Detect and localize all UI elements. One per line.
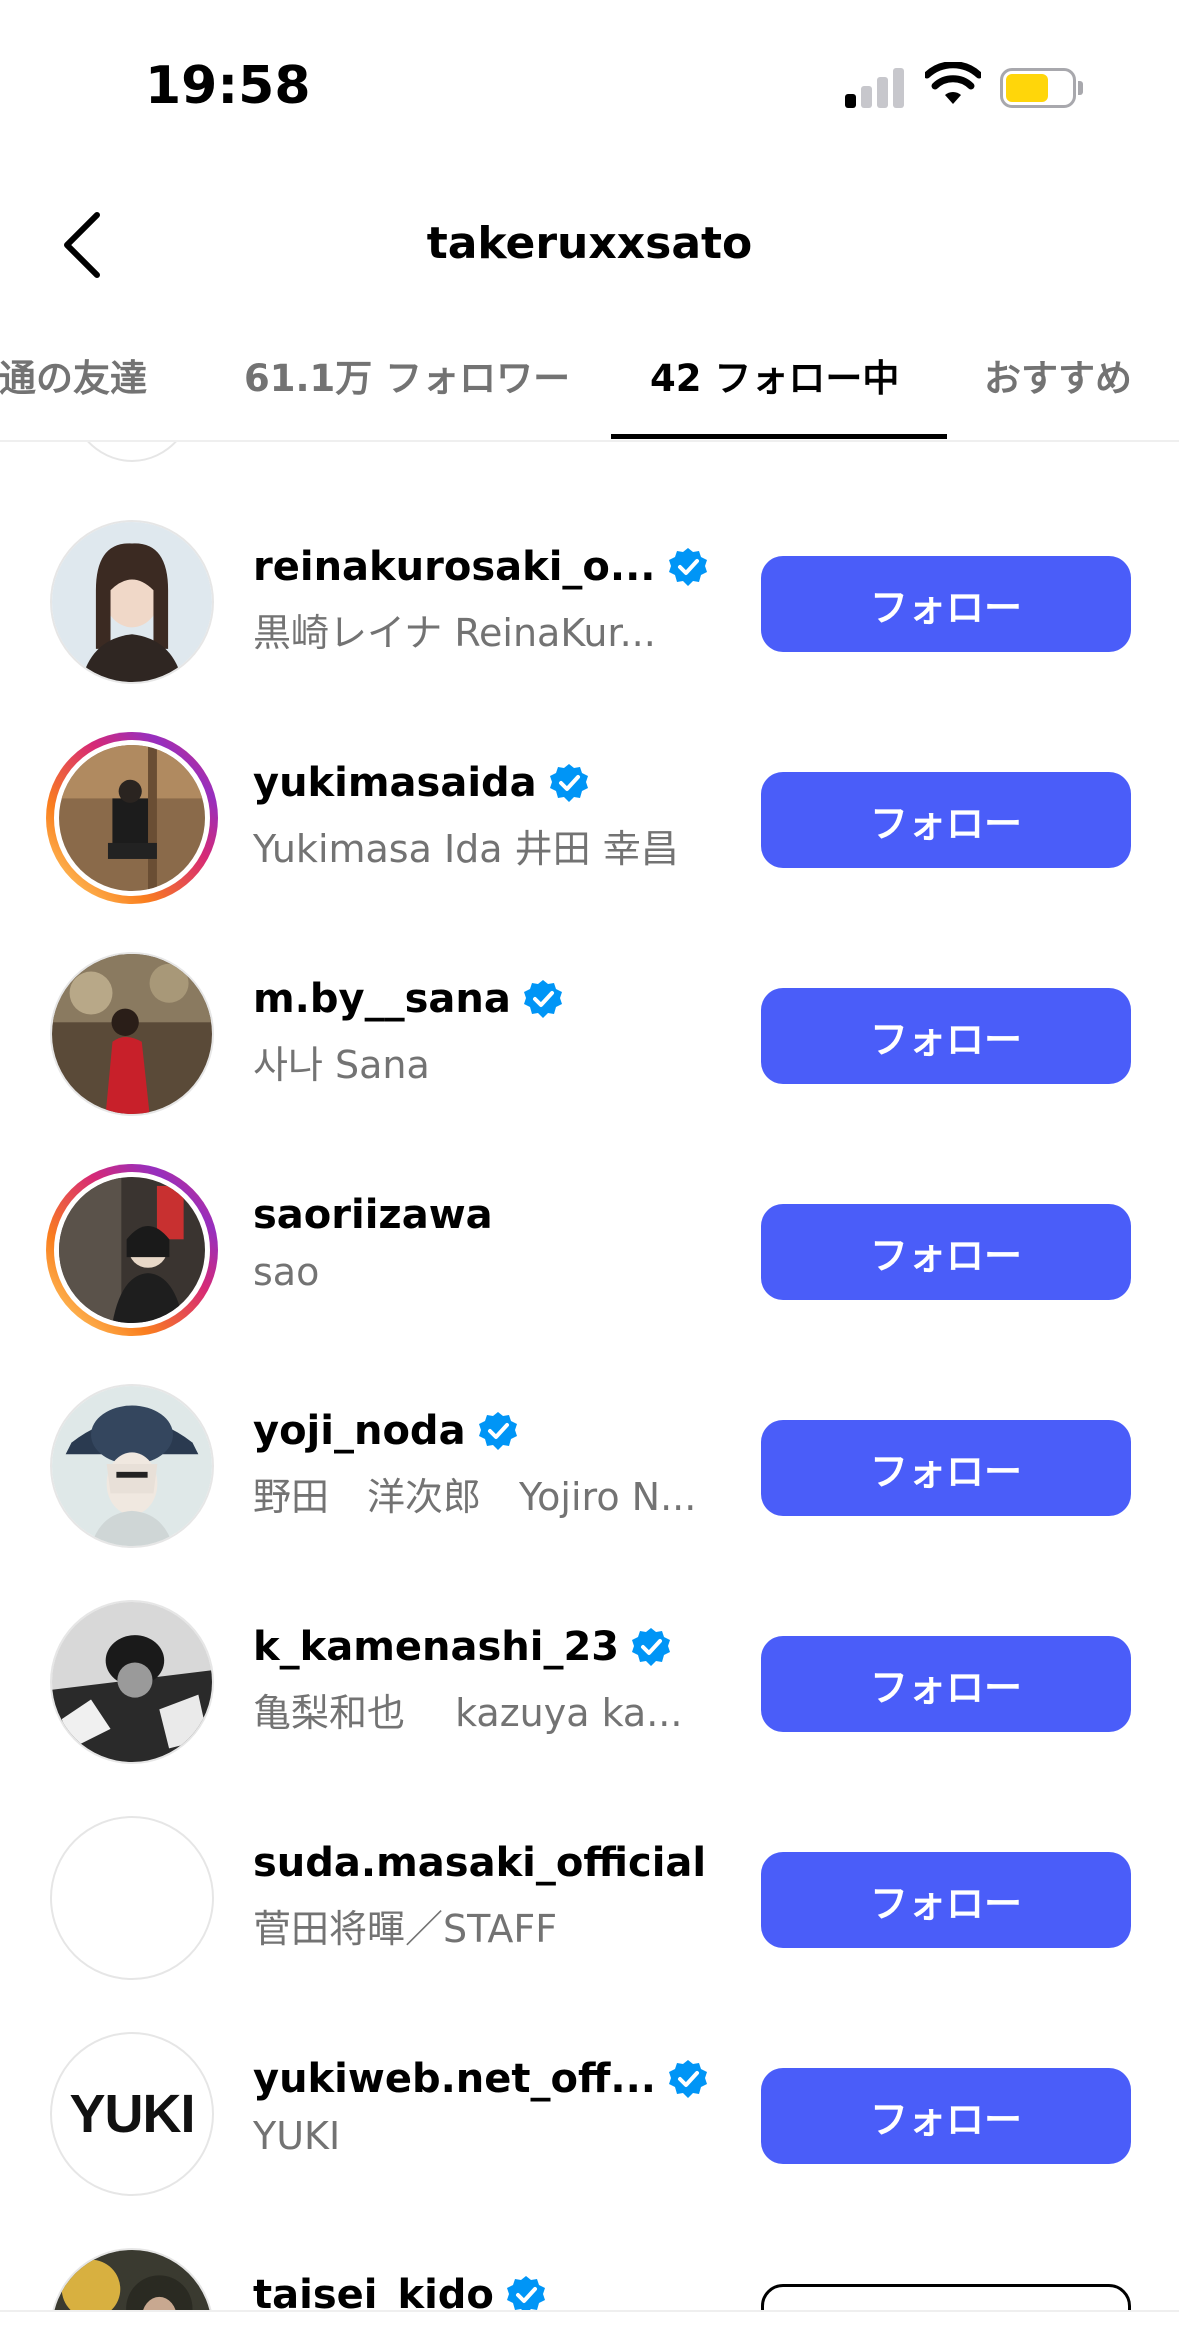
full-name: 菅田将暉／STAFF (253, 1907, 558, 1951)
tab-following[interactable]: 42 フォロー中 (650, 348, 899, 402)
username[interactable]: reinakurosaki_o... (253, 544, 656, 590)
full-name: 사나 Sana (253, 1043, 430, 1087)
username[interactable]: yukiweb.net_off... (253, 2056, 656, 2102)
avatar[interactable] (46, 1812, 218, 1984)
follow-button[interactable]: フォロー (761, 556, 1131, 652)
battery-icon (1000, 68, 1083, 108)
follow-button[interactable]: フォロー (761, 772, 1131, 868)
avatar[interactable] (46, 732, 218, 904)
status-time: 19:58 (145, 56, 311, 116)
wifi-icon (925, 62, 981, 104)
header: takeruxxsato (0, 190, 1179, 300)
full-name: 黒崎レイナ ReinaKur... (253, 611, 656, 655)
following-button[interactable] (761, 2284, 1131, 2310)
full-name: 亀梨和也 kazuya ka... (253, 1691, 683, 1735)
verified-badge-icon (668, 2060, 707, 2098)
username[interactable]: k_kamenashi_23 (253, 1624, 619, 1670)
avatar[interactable] (46, 516, 218, 688)
full-name: sao (253, 1250, 320, 1294)
cellular-signal-icon (845, 66, 905, 108)
follow-button[interactable]: フォロー (761, 2068, 1131, 2164)
username[interactable]: yukimasaida (253, 760, 537, 806)
partial-avatar (66, 442, 198, 462)
tab-mutual-friends[interactable]: 共通の友達 (0, 348, 147, 402)
username[interactable]: saoriizawa (253, 1192, 493, 1238)
full-name: 野田 洋次郎 Yojiro N... (253, 1475, 697, 1519)
list-item[interactable]: yoji_noda 野田 洋次郎 Yojiro N... フォロー (0, 1358, 1179, 1574)
follow-button[interactable]: フォロー (761, 1204, 1131, 1300)
page-title: takeruxxsato (426, 218, 753, 269)
tab-bar: 共通の友達 61.1万 フォロワー 42 フォロー中 おすすめ (0, 330, 1179, 442)
list-item[interactable]: reinakurosaki_o... 黒崎レイナ ReinaKur... フォロ… (0, 494, 1179, 710)
tab-suggested[interactable]: おすすめ (984, 348, 1132, 402)
username[interactable]: m.by__sana (253, 976, 511, 1022)
list-item[interactable]: yukimasaida Yukimasa Ida 井田 幸昌 フォロー (0, 710, 1179, 926)
verified-badge-icon (478, 1412, 517, 1450)
list-item[interactable]: saoriizawa sao フォロー (0, 1142, 1179, 1358)
list-item[interactable]: suda.masaki_official 菅田将暉／STAFF フォロー (0, 1790, 1179, 2006)
avatar[interactable] (46, 1164, 218, 1336)
bottom-edge (0, 2310, 1179, 2340)
avatar[interactable] (46, 2244, 218, 2310)
verified-badge-icon (632, 1628, 671, 1666)
full-name: Yukimasa Ida 井田 幸昌 (253, 827, 679, 871)
avatar[interactable] (46, 948, 218, 1120)
avatar-logo-text: YUKI (69, 2084, 195, 2144)
follow-button[interactable]: フォロー (761, 1636, 1131, 1732)
username[interactable]: suda.masaki_official (253, 1840, 706, 1886)
follow-button[interactable]: フォロー (761, 1420, 1131, 1516)
avatar[interactable] (46, 1596, 218, 1768)
verified-badge-icon (506, 2276, 545, 2310)
verified-badge-icon (668, 548, 707, 586)
full-name: YUKI (253, 2114, 341, 2158)
tab-followers[interactable]: 61.1万 フォロワー (244, 348, 570, 402)
follow-button[interactable]: フォロー (761, 988, 1131, 1084)
verified-badge-icon (549, 764, 588, 802)
list-item[interactable]: k_kamenashi_23 亀梨和也 kazuya ka... フォロー (0, 1574, 1179, 1790)
status-bar: 19:58 (0, 0, 1179, 170)
username[interactable]: taisei_kido (253, 2272, 494, 2310)
list-item[interactable]: taisei_kido (0, 2222, 1179, 2310)
list-item[interactable]: YUKI yukiweb.net_off... YUKI フォロー (0, 2006, 1179, 2222)
list-item[interactable]: m.by__sana 사나 Sana フォロー (0, 926, 1179, 1142)
verified-badge-icon (523, 980, 562, 1018)
active-tab-indicator (611, 434, 947, 439)
following-list: reinakurosaki_o... 黒崎レイナ ReinaKur... フォロ… (0, 442, 1179, 2310)
avatar[interactable]: YUKI (46, 2028, 218, 2200)
username[interactable]: yoji_noda (253, 1408, 466, 1454)
follow-button[interactable]: フォロー (761, 1852, 1131, 1948)
avatar[interactable] (46, 1380, 218, 1552)
